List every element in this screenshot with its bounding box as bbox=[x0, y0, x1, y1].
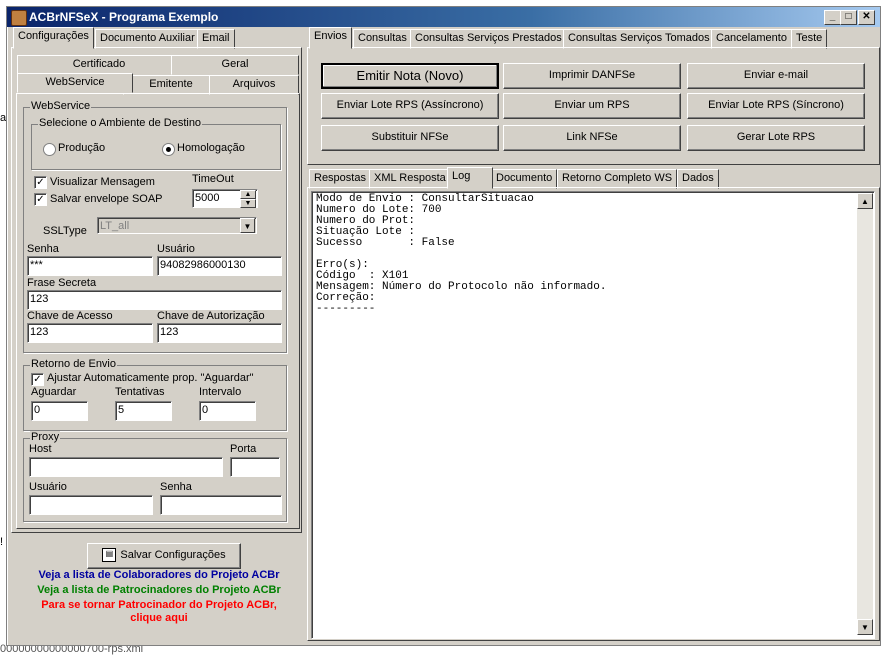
scroll-up-icon[interactable]: ▲ bbox=[857, 193, 873, 209]
enviar-um-rps-button[interactable]: Enviar um RPS bbox=[503, 93, 681, 119]
retorno-envio-label: Retorno de Envio bbox=[30, 358, 117, 370]
homologacao-label: Homologação bbox=[177, 142, 245, 154]
close-button[interactable]: ✕ bbox=[858, 10, 875, 25]
producao-label: Produção bbox=[58, 142, 106, 154]
tab-email[interactable]: Email bbox=[197, 29, 235, 49]
tab-arquivos[interactable]: Arquivos bbox=[209, 75, 299, 95]
tab-webservice[interactable]: WebService bbox=[17, 73, 133, 93]
ssltype-select[interactable]: LT_all bbox=[97, 217, 257, 234]
maximize-button[interactable]: □ bbox=[840, 10, 857, 25]
timeout-down-icon[interactable]: ▼ bbox=[240, 199, 256, 208]
tab-consultas[interactable]: Consultas bbox=[353, 29, 412, 49]
chave-acesso-label: Chave de Acesso bbox=[27, 310, 113, 322]
tentativas-label: Tentativas bbox=[115, 386, 165, 398]
tab-dados[interactable]: Dados bbox=[677, 169, 719, 189]
tab-respostas[interactable]: Respostas bbox=[309, 169, 371, 189]
tab-certificado[interactable]: Certificado bbox=[17, 55, 181, 75]
tab-teste[interactable]: Teste bbox=[791, 29, 828, 49]
tornar-patrocinador-link[interactable]: Para se tornar Patrocinador do Projeto A… bbox=[19, 599, 299, 611]
producao-radio[interactable] bbox=[43, 143, 56, 156]
enviar-email-button[interactable]: Enviar e-mail bbox=[687, 63, 865, 89]
enviar-lote-assincrono-button[interactable]: Enviar Lote RPS (Assíncrono) bbox=[321, 93, 499, 119]
aguardar-label: Aguardar bbox=[31, 386, 77, 398]
title-bar[interactable]: ACBrNFSeX - Programa Exemplo _ □ ✕ bbox=[7, 7, 880, 27]
save-icon: ▤ bbox=[102, 548, 117, 563]
ajustar-aguardar-label: Ajustar Automaticamente prop. "Aguardar" bbox=[47, 372, 254, 384]
ambiente-group-label: Selecione o Ambiente de Destino bbox=[38, 117, 203, 129]
proxy-senha-input[interactable] bbox=[160, 495, 282, 515]
right-actions-panel: Envios Consultas Consultas Serviços Pres… bbox=[307, 27, 880, 169]
tab-documento[interactable]: Documento bbox=[491, 169, 558, 189]
visualizar-mensagem-label: Visualizar Mensagem bbox=[50, 176, 155, 188]
background-text: ! bbox=[0, 536, 4, 548]
aguardar-input[interactable]: 0 bbox=[31, 401, 88, 421]
usuario-input[interactable]: 94082986000130 bbox=[157, 256, 282, 276]
proxy-host-label: Host bbox=[29, 443, 52, 455]
scroll-down-icon[interactable]: ▼ bbox=[857, 619, 873, 635]
timeout-label: TimeOut bbox=[192, 173, 234, 185]
salvar-configuracoes-button[interactable]: ▤ Salvar Configurações bbox=[87, 543, 241, 569]
ajustar-aguardar-checkbox[interactable]: ✓ bbox=[31, 373, 44, 386]
tab-cancelamento[interactable]: Cancelamento bbox=[711, 29, 792, 49]
intervalo-input[interactable]: 0 bbox=[199, 401, 256, 421]
tab-documento-auxiliar[interactable]: Documento Auxiliar bbox=[95, 29, 200, 49]
tab-envios[interactable]: Envios bbox=[309, 27, 353, 49]
tab-log[interactable]: Log bbox=[447, 167, 493, 189]
ssltype-label: SSLType bbox=[43, 225, 87, 237]
usuario-label: Usuário bbox=[157, 243, 195, 255]
imprimir-danfse-button[interactable]: Imprimir DANFSe bbox=[503, 63, 681, 89]
tab-consultas-servicos-prestados[interactable]: Consultas Serviços Prestados bbox=[410, 29, 567, 49]
tab-geral[interactable]: Geral bbox=[171, 55, 299, 75]
enviar-lote-sincrono-button[interactable]: Enviar Lote RPS (Síncrono) bbox=[687, 93, 865, 119]
tab-consultas-servicos-tomados[interactable]: Consultas Serviços Tomados bbox=[563, 29, 715, 49]
frase-secreta-input[interactable]: 123 bbox=[27, 290, 282, 310]
window-title: ACBrNFSeX - Programa Exemplo bbox=[29, 10, 219, 24]
main-window: ACBrNFSeX - Programa Exemplo _ □ ✕ Confi… bbox=[6, 6, 881, 646]
tab-configuracoes[interactable]: Configurações bbox=[13, 27, 94, 49]
left-config-panel: Configurações Documento Auxiliar Email C… bbox=[9, 27, 304, 535]
proxy-usuario-input[interactable] bbox=[29, 495, 153, 515]
proxy-group-label: Proxy bbox=[30, 431, 61, 443]
salvar-envelope-label: Salvar envelope SOAP bbox=[50, 193, 163, 205]
proxy-porta-label: Porta bbox=[230, 443, 257, 455]
chave-autorizacao-label: Chave de Autorização bbox=[157, 310, 265, 322]
webservice-group-label: WebService bbox=[30, 100, 92, 112]
clique-aqui-link[interactable]: clique aqui bbox=[19, 612, 299, 624]
tentativas-input[interactable]: 5 bbox=[115, 401, 172, 421]
timeout-up-icon[interactable]: ▲ bbox=[240, 190, 256, 199]
gerar-lote-rps-button[interactable]: Gerar Lote RPS bbox=[687, 125, 865, 151]
chave-acesso-input[interactable]: 123 bbox=[27, 323, 153, 343]
proxy-senha-label: Senha bbox=[160, 481, 192, 493]
senha-input[interactable]: *** bbox=[27, 256, 153, 276]
substituir-nfse-button[interactable]: Substituir NFSe bbox=[321, 125, 499, 151]
frase-secreta-label: Frase Secreta bbox=[27, 277, 97, 289]
app-icon bbox=[11, 10, 27, 26]
result-panel: Respostas XML Resposta Log Documento Ret… bbox=[307, 167, 880, 641]
salvar-configuracoes-label: Salvar Configurações bbox=[120, 549, 226, 561]
salvar-envelope-checkbox[interactable]: ✓ bbox=[34, 193, 47, 206]
colaboradores-link[interactable]: Veja a lista de Colaboradores do Projeto… bbox=[19, 569, 299, 581]
visualizar-mensagem-checkbox[interactable]: ✓ bbox=[34, 176, 47, 189]
intervalo-label: Intervalo bbox=[199, 386, 242, 398]
tab-emitente[interactable]: Emitente bbox=[123, 75, 219, 95]
tab-retorno-completo-ws[interactable]: Retorno Completo WS bbox=[557, 169, 678, 189]
log-scrollbar[interactable]: ▲ ▼ bbox=[857, 193, 873, 635]
proxy-host-input[interactable] bbox=[29, 457, 223, 477]
proxy-porta-input[interactable] bbox=[230, 457, 280, 477]
chave-autorizacao-input[interactable]: 123 bbox=[157, 323, 282, 343]
minimize-button[interactable]: _ bbox=[824, 10, 841, 25]
ssltype-dropdown-icon[interactable]: ▼ bbox=[240, 218, 255, 233]
proxy-usuario-label: Usuário bbox=[29, 481, 67, 493]
senha-label: Senha bbox=[27, 243, 59, 255]
tab-xml-resposta[interactable]: XML Resposta bbox=[369, 169, 451, 189]
link-nfse-button[interactable]: Link NFSe bbox=[503, 125, 681, 151]
log-memo[interactable]: Modo de Envio : ConsultarSituacao Numero… bbox=[311, 191, 875, 639]
emitir-nota-button[interactable]: Emitir Nota (Novo) bbox=[321, 63, 499, 89]
log-text: Modo de Envio : ConsultarSituacao Numero… bbox=[316, 193, 607, 315]
patrocinadores-link[interactable]: Veja a lista de Patrocinadores do Projet… bbox=[19, 584, 299, 596]
homologacao-radio[interactable] bbox=[162, 143, 175, 156]
